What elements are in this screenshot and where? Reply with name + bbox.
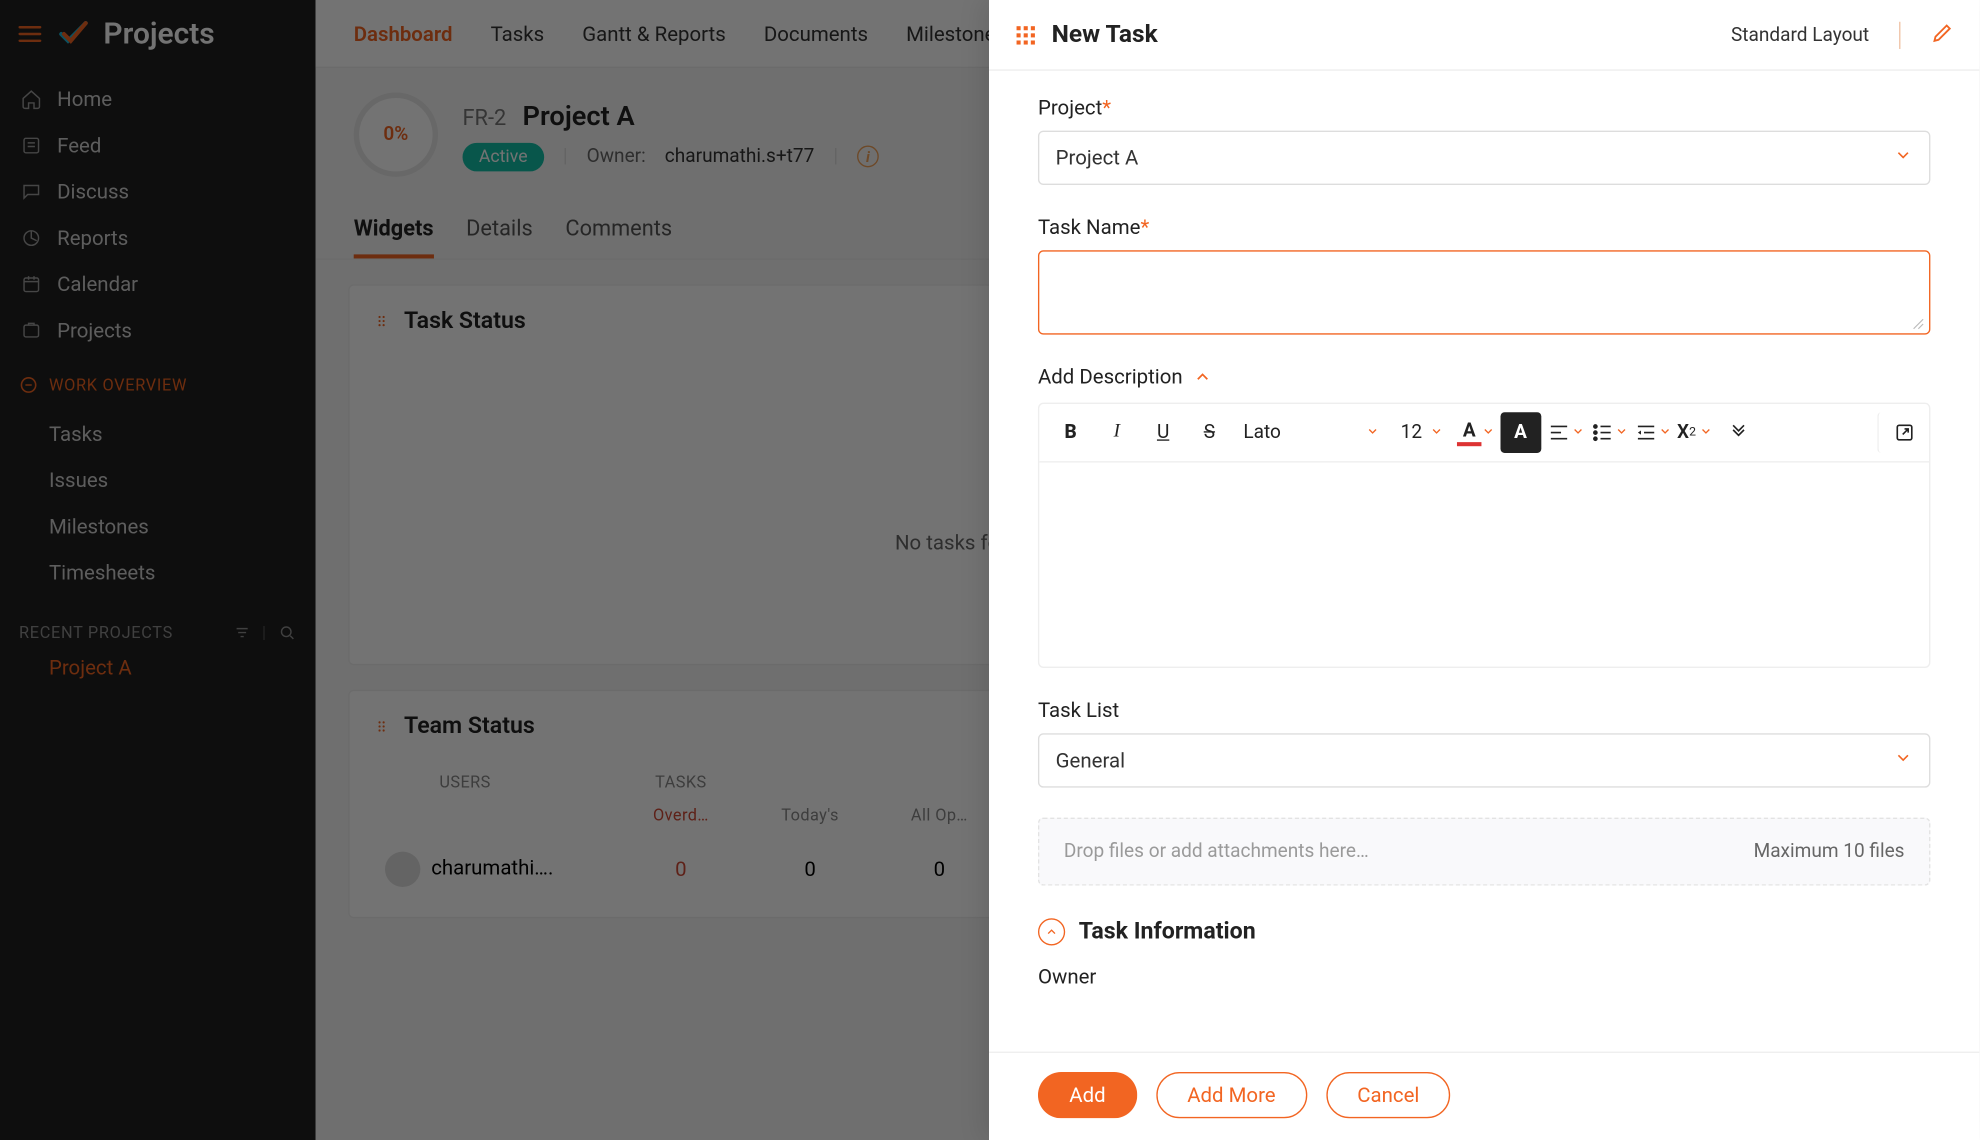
font-size: 12: [1401, 422, 1422, 444]
panel-body: Project* Project A Task Name* Add Descri…: [989, 71, 1979, 1052]
select-value: Project A: [1056, 146, 1139, 170]
chevron-down-icon: [1894, 146, 1913, 170]
panel-title: New Task: [1052, 20, 1718, 49]
attachments-dropzone[interactable]: Drop files or add attachments here… Maxi…: [1038, 818, 1930, 886]
apps-grid-icon[interactable]: [1013, 22, 1037, 46]
rte-textarea[interactable]: [1039, 463, 1929, 667]
cancel-button[interactable]: Cancel: [1326, 1072, 1451, 1118]
select-value: General: [1056, 748, 1125, 772]
panel-footer: Add Add More Cancel: [989, 1052, 1979, 1140]
script-button[interactable]: X2: [1677, 412, 1712, 453]
chevron-down-icon: [1894, 748, 1913, 772]
underline-button[interactable]: U: [1143, 412, 1184, 453]
field-label: Project*: [1038, 95, 1930, 119]
divider: [1899, 21, 1900, 48]
add-more-button[interactable]: Add More: [1156, 1072, 1307, 1118]
layout-label[interactable]: Standard Layout: [1731, 24, 1869, 46]
bold-button[interactable]: B: [1050, 412, 1091, 453]
field-label: Task List: [1038, 698, 1930, 722]
field-label: Add Description: [1038, 365, 1183, 389]
rte-toolbar: B I U S Lato 12 A A X2: [1039, 404, 1929, 462]
text-color-button[interactable]: A: [1457, 412, 1494, 453]
section-label: Task Information: [1079, 918, 1256, 945]
task-name-input[interactable]: [1039, 252, 1929, 328]
resize-grip-icon[interactable]: [1907, 312, 1926, 331]
rich-text-editor: B I U S Lato 12 A A X2: [1038, 403, 1930, 668]
field-label: Task Name*: [1038, 215, 1930, 239]
highlight-button[interactable]: A: [1500, 412, 1541, 453]
field-label: Owner: [1038, 965, 1930, 989]
dropzone-text: Drop files or add attachments here…: [1064, 841, 1369, 863]
more-button[interactable]: [1718, 412, 1759, 453]
indent-button[interactable]: [1633, 412, 1671, 453]
tasklist-select[interactable]: General: [1038, 733, 1930, 787]
field-project: Project* Project A: [1038, 95, 1930, 185]
modal-backdrop[interactable]: [0, 0, 989, 1140]
field-task-name: Task Name*: [1038, 215, 1930, 335]
list-button[interactable]: [1590, 412, 1628, 453]
chevron-up-icon: [1194, 367, 1213, 386]
font-name: Lato: [1243, 422, 1281, 444]
panel-header: New Task Standard Layout: [989, 0, 1979, 71]
field-description: Add Description B I U S Lato 12 A A: [1038, 365, 1930, 668]
align-button[interactable]: [1546, 412, 1584, 453]
edit-icon[interactable]: [1930, 20, 1954, 50]
expand-button[interactable]: [1877, 412, 1918, 453]
font-family-select[interactable]: Lato: [1235, 412, 1387, 453]
project-select[interactable]: Project A: [1038, 131, 1930, 185]
description-toggle[interactable]: Add Description: [1038, 365, 1930, 389]
font-size-select[interactable]: 12: [1392, 412, 1452, 453]
field-owner: Owner: [1038, 965, 1930, 989]
collapse-circle-icon: [1038, 918, 1065, 945]
task-name-input-wrap: [1038, 250, 1930, 334]
section-task-info[interactable]: Task Information: [1038, 918, 1930, 945]
italic-button[interactable]: I: [1096, 412, 1137, 453]
strike-button[interactable]: S: [1189, 412, 1230, 453]
new-task-panel: New Task Standard Layout Project* Projec…: [989, 0, 1979, 1140]
field-task-list: Task List General: [1038, 698, 1930, 788]
dropzone-max: Maximum 10 files: [1754, 841, 1905, 863]
add-button[interactable]: Add: [1038, 1072, 1137, 1118]
